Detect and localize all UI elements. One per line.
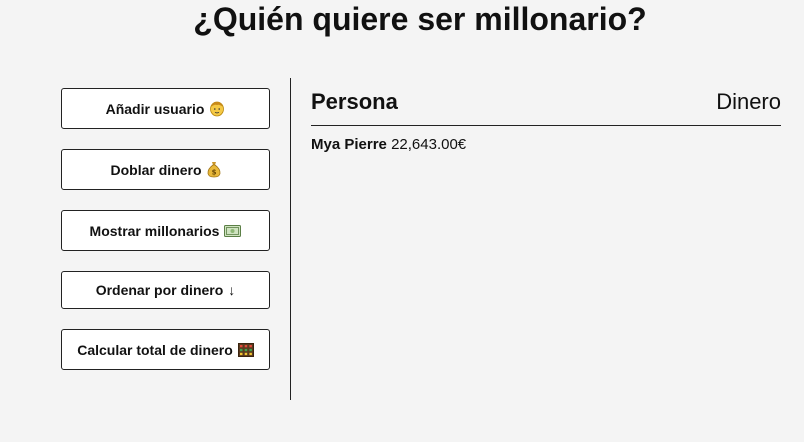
calculate-total-button[interactable]: Calcular total de dinero (61, 329, 270, 370)
main-panel: Persona Dinero Mya Pierre 22,643.00€ (311, 88, 781, 154)
add-user-label: Añadir usuario (105, 100, 205, 117)
header-persona: Persona (311, 89, 398, 114)
banknote-icon (224, 224, 242, 237)
sort-by-money-button[interactable]: Ordenar por dinero ↓ (61, 271, 270, 309)
show-millionaires-label: Mostrar millonarios (89, 222, 220, 239)
vertical-divider (290, 78, 291, 400)
person-money: 22,643.00€ (391, 136, 467, 153)
add-user-button[interactable]: Añadir usuario (61, 88, 270, 129)
list-item: Mya Pierre 22,643.00€ (311, 136, 781, 154)
table-header: Persona Dinero (311, 88, 781, 126)
svg-text:$: $ (211, 169, 216, 177)
header-dinero: Dinero (716, 89, 781, 114)
double-money-button[interactable]: Doblar dinero $ (61, 149, 270, 190)
money-bag-icon: $ (207, 161, 221, 178)
person-name: Mya Pierre (311, 136, 387, 153)
people-list: Mya Pierre 22,643.00€ (311, 136, 781, 154)
sort-by-money-label: Ordenar por dinero (95, 282, 224, 298)
page-title: ¿Quién quiere ser millonario? (193, 1, 647, 37)
abacus-icon (237, 342, 254, 357)
calculate-total-label: Calcular total de dinero (77, 341, 233, 358)
double-money-label: Doblar dinero (110, 161, 202, 178)
show-millionaires-button[interactable]: Mostrar millonarios (61, 210, 270, 251)
arrow-down-icon: ↓ (228, 282, 236, 298)
person-face-icon (209, 100, 225, 117)
